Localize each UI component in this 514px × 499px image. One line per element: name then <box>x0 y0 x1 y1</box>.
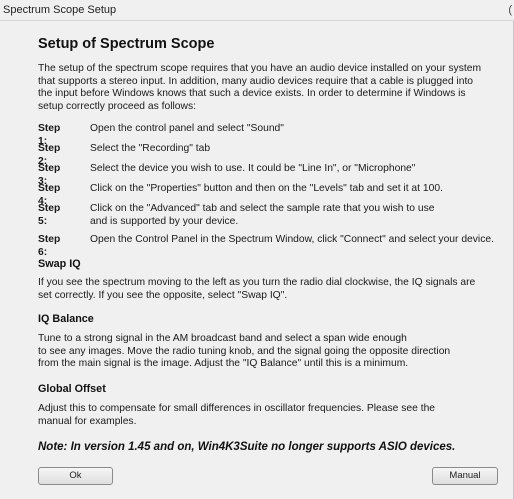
step-text: Click on the "Properties" button and the… <box>90 183 443 194</box>
step-text: Click on the "Advanced" tab and select t… <box>90 203 435 227</box>
iq-balance-paragraph: Tune to a strong signal in the AM broadc… <box>38 333 451 369</box>
step-text: Open the control panel and select "Sound… <box>90 123 284 134</box>
global-offset-heading: Global Offset <box>38 383 106 395</box>
setup-dialog: Spectrum Scope Setup ( Setup of Spectrum… <box>0 0 514 499</box>
step-text: Select the "Recording" tab <box>90 143 211 154</box>
iq-balance-heading: IQ Balance <box>38 313 94 325</box>
title-bar[interactable]: Spectrum Scope Setup ( <box>0 0 514 21</box>
ok-button[interactable]: Ok <box>38 467 113 485</box>
swap-iq-paragraph: If you see the spectrum moving to the le… <box>38 277 476 301</box>
step-text: Open the Control Panel in the Spectrum W… <box>90 234 494 245</box>
asio-note: Note: In version 1.45 and on, Win4K3Suit… <box>38 441 456 453</box>
swap-iq-heading: Swap IQ <box>38 258 81 270</box>
intro-paragraph: The setup of the spectrum scope requires… <box>38 63 482 112</box>
step-text: Select the device you wish to use. It co… <box>90 163 416 174</box>
step-label: Step 6: <box>38 234 61 258</box>
manual-button[interactable]: Manual <box>432 467 498 485</box>
global-offset-paragraph: Adjust this to compensate for small diff… <box>38 403 436 427</box>
step-label: Step 5: <box>38 203 61 227</box>
window-title: Spectrum Scope Setup <box>3 4 117 16</box>
page-heading: Setup of Spectrum Scope <box>38 36 215 52</box>
title-bar-edge-glyph: ( <box>508 4 512 16</box>
